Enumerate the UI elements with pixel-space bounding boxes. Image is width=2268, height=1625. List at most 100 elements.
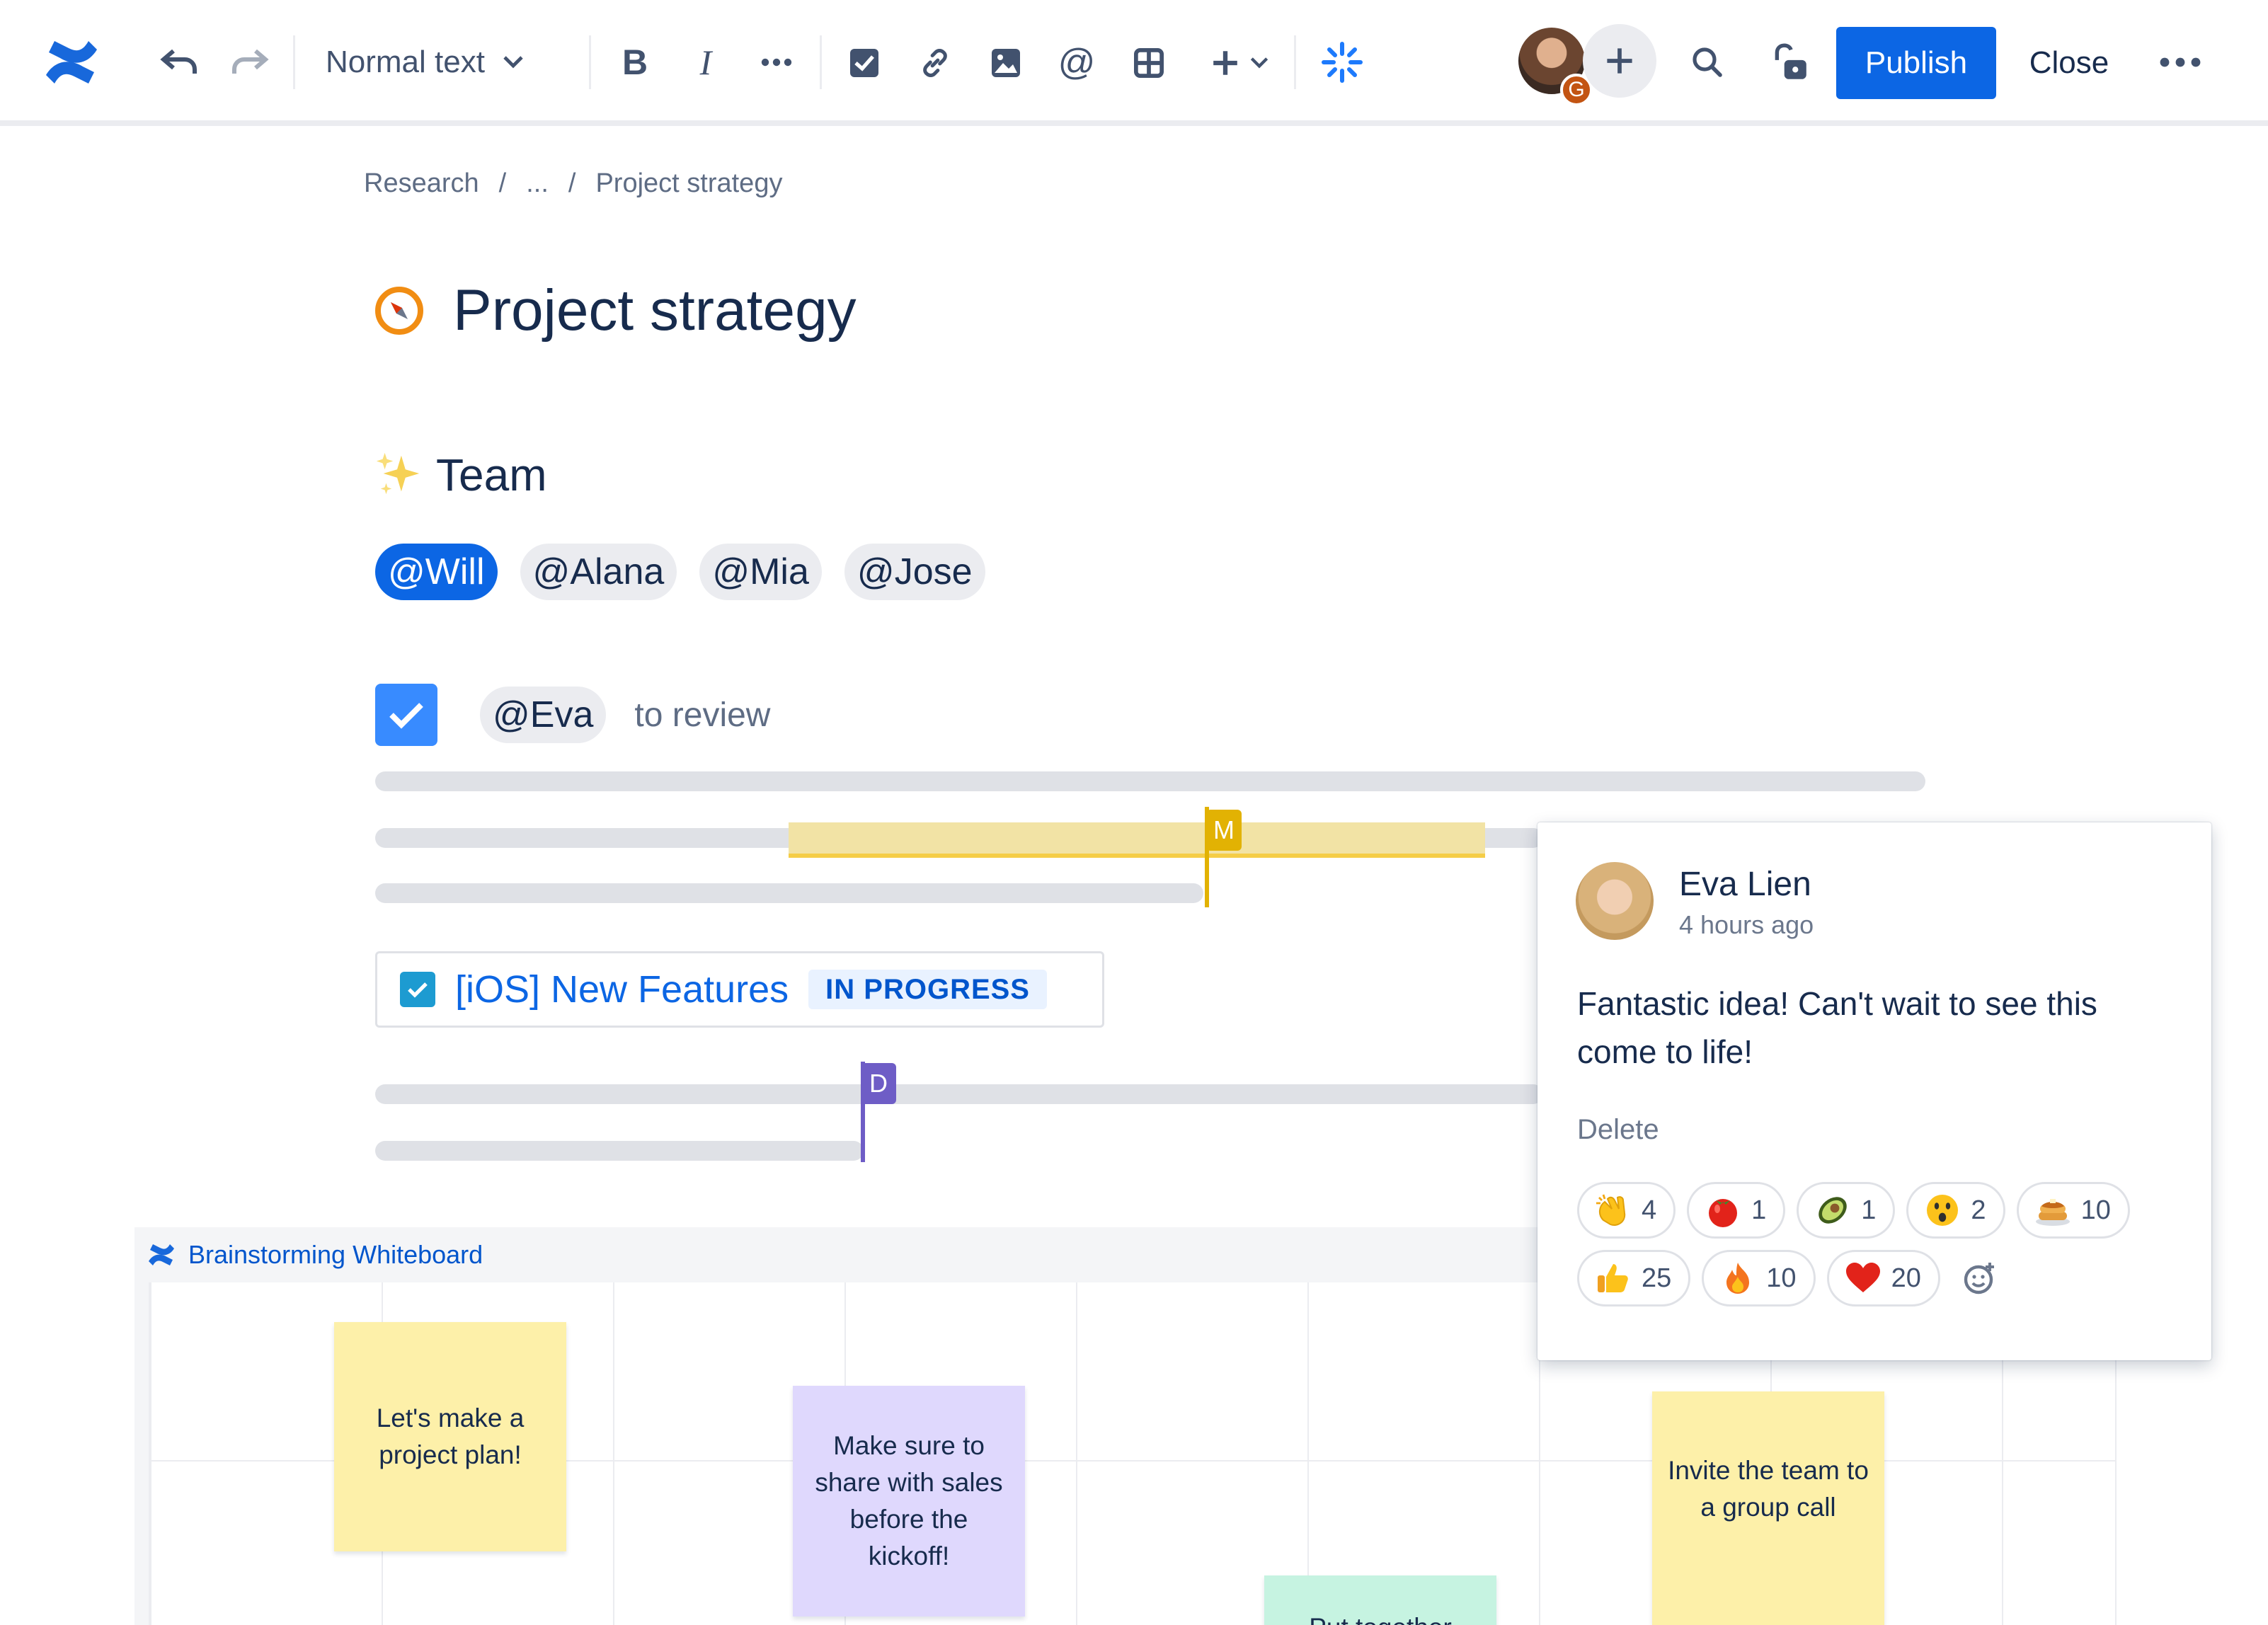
close-button[interactable]: Close xyxy=(2023,27,2115,99)
table-icon[interactable] xyxy=(1126,38,1172,88)
ai-assist-icon[interactable] xyxy=(1315,35,1369,89)
thumbs-up-icon xyxy=(1595,1260,1632,1297)
reaction-count: 1 xyxy=(1861,1195,1877,1225)
publish-button[interactable]: Publish xyxy=(1836,27,1996,99)
breadcrumb-separator: / xyxy=(568,168,576,198)
surprised-face-icon xyxy=(1924,1192,1961,1229)
reaction-fire[interactable]: 10 xyxy=(1702,1250,1816,1307)
undo-icon[interactable] xyxy=(154,41,204,84)
reaction-thumbs-up[interactable]: 25 xyxy=(1577,1250,1691,1307)
avocado-icon xyxy=(1814,1192,1851,1229)
more-formatting-icon[interactable] xyxy=(753,34,800,91)
toolbar-divider xyxy=(820,35,822,89)
task-checkbox[interactable] xyxy=(375,684,437,746)
placeholder-line xyxy=(375,1141,864,1161)
comment-body: Fantastic idea! Can't wait to see this c… xyxy=(1577,985,2097,1070)
restrictions-lock-icon[interactable] xyxy=(1763,35,1818,91)
jira-task-icon xyxy=(400,972,435,1007)
reaction-count: 4 xyxy=(1642,1195,1657,1225)
clap-icon xyxy=(1595,1192,1632,1229)
jira-status-badge: IN PROGRESS xyxy=(808,970,1047,1009)
team-mentions: @Will @Alana @Mia @Jose xyxy=(375,544,985,600)
chevron-down-icon xyxy=(503,56,523,69)
page-title[interactable]: Project strategy xyxy=(453,277,857,344)
reaction-surprised[interactable]: 2 xyxy=(1906,1182,2005,1239)
image-icon[interactable] xyxy=(983,38,1029,88)
confluence-logo-icon xyxy=(149,1244,174,1265)
mention-alana[interactable]: @Alana xyxy=(520,544,677,600)
placeholder-line xyxy=(375,1084,1543,1104)
confluence-logo-icon[interactable] xyxy=(40,33,103,92)
sticky-note[interactable]: Invite the team to a group call xyxy=(1652,1391,1884,1625)
cursor-flag-d: D xyxy=(861,1063,896,1104)
reaction-count: 25 xyxy=(1642,1263,1672,1293)
breadcrumb-separator: / xyxy=(498,168,507,198)
placeholder-line xyxy=(375,771,1925,791)
breadcrumb-root[interactable]: Research xyxy=(364,168,479,199)
plus-icon xyxy=(1607,48,1632,74)
bold-icon[interactable]: B xyxy=(612,34,658,91)
text-style-label: Normal text xyxy=(326,45,485,79)
comment-popover: Eva Lien 4 hours ago Fantastic idea! Can… xyxy=(1537,822,2211,1360)
breadcrumb: Research / ... / Project strategy xyxy=(364,168,782,199)
cursor-flag-m: M xyxy=(1206,810,1242,851)
mention-jose[interactable]: @Jose xyxy=(844,544,985,600)
italic-icon[interactable]: I xyxy=(682,34,729,91)
sticky-note[interactable]: Make sure to share with sales before the… xyxy=(793,1386,1025,1617)
reaction-pancakes[interactable]: 10 xyxy=(2016,1182,2130,1239)
mention-mia[interactable]: @Mia xyxy=(699,544,822,600)
team-heading: Team xyxy=(374,449,547,501)
jira-issue-card[interactable]: [iOS] New Features IN PROGRESS xyxy=(375,951,1104,1028)
breadcrumb-ellipsis[interactable]: ... xyxy=(526,168,549,199)
reaction-count: 10 xyxy=(1766,1263,1797,1293)
sparkles-emoji-icon xyxy=(376,452,420,495)
whiteboard-title[interactable]: Brainstorming Whiteboard xyxy=(188,1240,483,1270)
reaction-avocado[interactable]: 1 xyxy=(1797,1182,1896,1239)
mention-icon[interactable]: @ xyxy=(1053,34,1100,91)
whiteboard-frame xyxy=(134,1227,149,1625)
more-actions-icon[interactable] xyxy=(2152,41,2209,84)
mention-will[interactable]: @Will xyxy=(375,544,498,600)
comment-author-name[interactable]: Eva Lien xyxy=(1679,865,1811,904)
breadcrumb-current[interactable]: Project strategy xyxy=(595,168,782,199)
checkmark-icon xyxy=(389,703,423,729)
placeholder-line xyxy=(375,883,1203,903)
redo-icon[interactable] xyxy=(225,41,275,84)
reaction-count: 1 xyxy=(1751,1195,1767,1225)
text-style-dropdown[interactable]: Normal text xyxy=(326,34,523,91)
toolbar-divider xyxy=(589,35,591,89)
toolbar-divider xyxy=(293,35,295,89)
comment-timestamp: 4 hours ago xyxy=(1679,910,1814,939)
add-emoji-icon xyxy=(1964,1263,1994,1294)
heart-icon xyxy=(1845,1260,1882,1297)
tomato-icon xyxy=(1705,1192,1741,1229)
pancakes-icon xyxy=(2034,1192,2071,1229)
comment-author-avatar[interactable] xyxy=(1576,862,1654,940)
compass-emoji-icon[interactable] xyxy=(374,285,425,336)
insert-menu-button[interactable] xyxy=(1201,38,1278,88)
sticky-note[interactable]: Put together xyxy=(1264,1575,1496,1625)
link-icon[interactable] xyxy=(912,38,958,88)
action-item: @Eva to review xyxy=(375,684,770,746)
toolbar-divider xyxy=(1294,35,1296,89)
reaction-heart[interactable]: 20 xyxy=(1826,1250,1940,1307)
chevron-down-icon xyxy=(1250,57,1268,69)
text-highlight xyxy=(789,822,1485,858)
delete-comment-button[interactable]: Delete xyxy=(1577,1114,1659,1146)
action-item-icon[interactable] xyxy=(841,38,888,88)
plus-icon xyxy=(1213,51,1237,75)
sticky-note[interactable]: Let's make a project plan! xyxy=(334,1322,566,1551)
editor-toolbar: Normal text B I @ G Publish Close xyxy=(0,0,2268,126)
add-reaction-button[interactable] xyxy=(1952,1250,2008,1307)
reaction-count: 20 xyxy=(1891,1263,1921,1293)
team-heading-text[interactable]: Team xyxy=(436,449,547,501)
task-text[interactable]: to review xyxy=(634,696,770,735)
search-icon[interactable] xyxy=(1682,37,1733,88)
reaction-count: 10 xyxy=(2080,1195,2111,1225)
jira-issue-title[interactable]: [iOS] New Features xyxy=(455,967,789,1011)
reaction-clap[interactable]: 4 xyxy=(1577,1182,1676,1239)
invite-collaborator-button[interactable] xyxy=(1583,24,1656,98)
reaction-tomato[interactable]: 1 xyxy=(1687,1182,1786,1239)
mention-eva[interactable]: @Eva xyxy=(480,687,607,743)
reactions-bar: 4 1 1 2 10 25 10 20 xyxy=(1577,1182,2186,1307)
